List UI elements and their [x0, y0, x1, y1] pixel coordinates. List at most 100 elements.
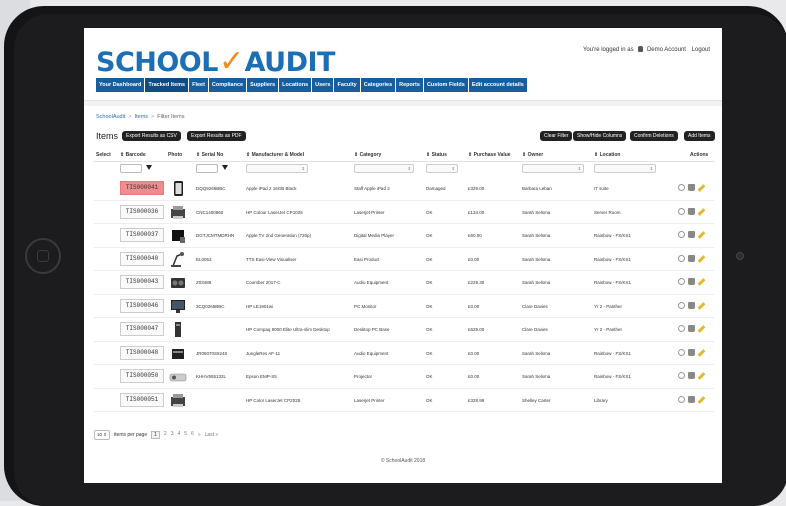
serial-filter-icon[interactable] — [222, 165, 228, 170]
edit-icon[interactable] — [697, 231, 706, 239]
view-icon[interactable] — [678, 278, 685, 285]
table-row[interactable]: TIS000037 DGTJCMTMDRHN Apple TV 2nd Genera… — [94, 224, 714, 248]
col-serial[interactable]: ⇕ Serial No — [196, 152, 223, 158]
delete-icon[interactable] — [688, 301, 695, 309]
view-icon[interactable] — [678, 372, 685, 379]
page-link[interactable]: 5 — [184, 431, 187, 439]
page-link[interactable]: 3 — [171, 431, 174, 439]
location-filter-select[interactable]: ⇕ — [594, 164, 656, 173]
view-icon[interactable] — [678, 207, 685, 215]
barcode-filter-input[interactable] — [120, 164, 142, 173]
nav-locations[interactable]: Locations — [279, 78, 312, 92]
nav-suppliers[interactable]: Suppliers — [247, 78, 279, 92]
nav-categories[interactable]: Categories — [360, 78, 396, 92]
barcode-cell[interactable]: TIS000048 — [120, 345, 164, 360]
nav-compliance[interactable]: Compliance — [208, 78, 247, 92]
col-status[interactable]: ⇕ Status — [426, 152, 447, 158]
view-icon[interactable] — [678, 325, 685, 332]
nav-users[interactable]: Users — [312, 78, 334, 92]
view-icon[interactable] — [678, 184, 685, 191]
edit-icon[interactable] — [697, 348, 706, 357]
barcode-cell[interactable]: TIS000041 — [120, 181, 164, 195]
barcode-cell[interactable]: TIS000046 — [120, 298, 164, 313]
next-page-link[interactable]: » — [198, 432, 201, 438]
manufacturer-filter-select[interactable]: ⇕ — [246, 164, 308, 173]
edit-icon[interactable] — [697, 184, 706, 192]
barcode-filter-icon[interactable] — [146, 165, 152, 170]
logout-link[interactable]: Logout — [692, 47, 710, 53]
nav-fleet[interactable]: Fleet — [189, 78, 208, 92]
col-manufacturer[interactable]: ⇕ Manufacturer & Model — [246, 152, 304, 158]
add-items-button[interactable]: Add Items — [684, 131, 715, 141]
nav-reports[interactable]: Reports — [396, 78, 423, 92]
owner-filter-select[interactable]: ⇕ — [522, 164, 584, 173]
delete-icon[interactable] — [688, 395, 695, 403]
serial-filter-input[interactable] — [196, 164, 218, 173]
table-row[interactable]: TIS000051 HP Color LaserJet CP2025 Laserje… — [94, 389, 714, 412]
table-row[interactable]: TIS000036 CNC1400860 HP Colour LaserJet CP… — [94, 201, 714, 224]
table-row[interactable]: TIS000046 3CQ0265BBC HP LE1901wi PC Monitor… — [94, 295, 714, 318]
edit-icon[interactable] — [697, 372, 706, 380]
confirm-deletions-button[interactable]: Confirm Deletions — [630, 131, 678, 141]
table-row[interactable]: TIS000050 KHHV655132L Epson EMP-S5 Projecto… — [94, 365, 714, 389]
view-icon[interactable] — [678, 231, 685, 238]
delete-icon[interactable] — [688, 325, 695, 332]
edit-icon[interactable] — [697, 207, 706, 216]
edit-icon[interactable] — [697, 301, 706, 310]
barcode-cell[interactable]: TIS000037 — [120, 228, 164, 242]
page-link[interactable]: 4 — [177, 431, 180, 439]
table-row[interactable]: TIS000040 EL0053 TTS Easi-View Visualiser E… — [94, 248, 714, 271]
view-icon[interactable] — [678, 301, 685, 309]
col-owner[interactable]: ⇕ Owner — [522, 152, 543, 158]
last-page-link[interactable]: Last » — [205, 432, 219, 438]
delete-icon[interactable] — [688, 184, 695, 191]
barcode-cell[interactable]: TIS000036 — [120, 204, 164, 219]
view-icon[interactable] — [678, 254, 685, 262]
view-icon[interactable] — [678, 348, 685, 356]
nav-edit-account-details[interactable]: Edit account details — [468, 78, 527, 92]
view-icon[interactable] — [678, 395, 685, 403]
nav-tracked-items[interactable]: Tracked Items — [145, 78, 189, 92]
page-link[interactable]: 1 — [151, 431, 160, 439]
edit-icon[interactable] — [697, 254, 706, 263]
category-filter-select[interactable]: ⇕ — [354, 164, 414, 173]
export-csv-button[interactable]: Export Results as CSV — [122, 131, 181, 141]
barcode-cell[interactable]: TIS000051 — [120, 392, 164, 407]
delete-icon[interactable] — [688, 348, 695, 356]
nav-your-dashboard[interactable]: Your Dashboard — [96, 78, 145, 92]
export-pdf-button[interactable]: Export Results as PDF — [187, 131, 246, 141]
page-link[interactable]: 6 — [191, 431, 194, 439]
clear-filter-button[interactable]: Clear Filter — [540, 131, 573, 141]
barcode-cell[interactable]: TIS000047 — [120, 322, 164, 336]
col-category[interactable]: ⇕ Category — [354, 152, 381, 158]
breadcrumb-root[interactable]: SchoolAudit — [96, 114, 125, 120]
status-filter-select[interactable]: ⇕ — [426, 164, 458, 173]
nav-faculty[interactable]: Faculty — [334, 78, 360, 92]
barcode-cell[interactable]: TIS000043 — [120, 275, 164, 289]
edit-icon[interactable] — [697, 395, 706, 404]
nav-custom-fields[interactable]: Custom Fields — [423, 78, 468, 92]
page-link[interactable]: 2 — [164, 431, 167, 439]
delete-icon[interactable] — [688, 372, 695, 379]
table-row[interactable]: TIS000048 JR05070S5248 JungleRes AF-11 Audi… — [94, 342, 714, 365]
account-name[interactable]: Demo Account — [647, 47, 686, 53]
barcode-cell[interactable]: TIS000050 — [120, 369, 164, 383]
table-row[interactable]: TIS000041 DQQ9266BBC Apple iPad 2 16GB Bla… — [94, 177, 714, 201]
col-purchase-value[interactable]: ⇕ Purchase Value — [468, 152, 511, 158]
table-row[interactable]: TIS000043 Z03488 Coomber 2017-C Audio Equip… — [94, 271, 714, 295]
delete-icon[interactable] — [688, 278, 695, 285]
delete-icon[interactable] — [688, 231, 695, 238]
show-hide-columns-button[interactable]: Show/Hide Columns — [573, 131, 627, 141]
edit-icon[interactable] — [697, 278, 706, 286]
breadcrumb-items[interactable]: Items — [135, 114, 148, 120]
barcode-cell[interactable]: TIS000040 — [120, 251, 164, 266]
logo[interactable]: SCHOOL✓AUDIT — [96, 44, 335, 79]
delete-icon[interactable] — [688, 254, 695, 262]
per-page-select[interactable]: 10 ⇕ — [94, 430, 111, 440]
table-row[interactable]: TIS000047 HP Compaq 8000 Elite Ultra-slim… — [94, 318, 714, 342]
col-location[interactable]: ⇕ Location — [594, 152, 620, 158]
delete-icon[interactable] — [688, 207, 695, 215]
col-barcode[interactable]: ⇕ Barcode — [120, 152, 146, 158]
edit-icon[interactable] — [697, 325, 706, 333]
home-button[interactable] — [25, 238, 61, 274]
